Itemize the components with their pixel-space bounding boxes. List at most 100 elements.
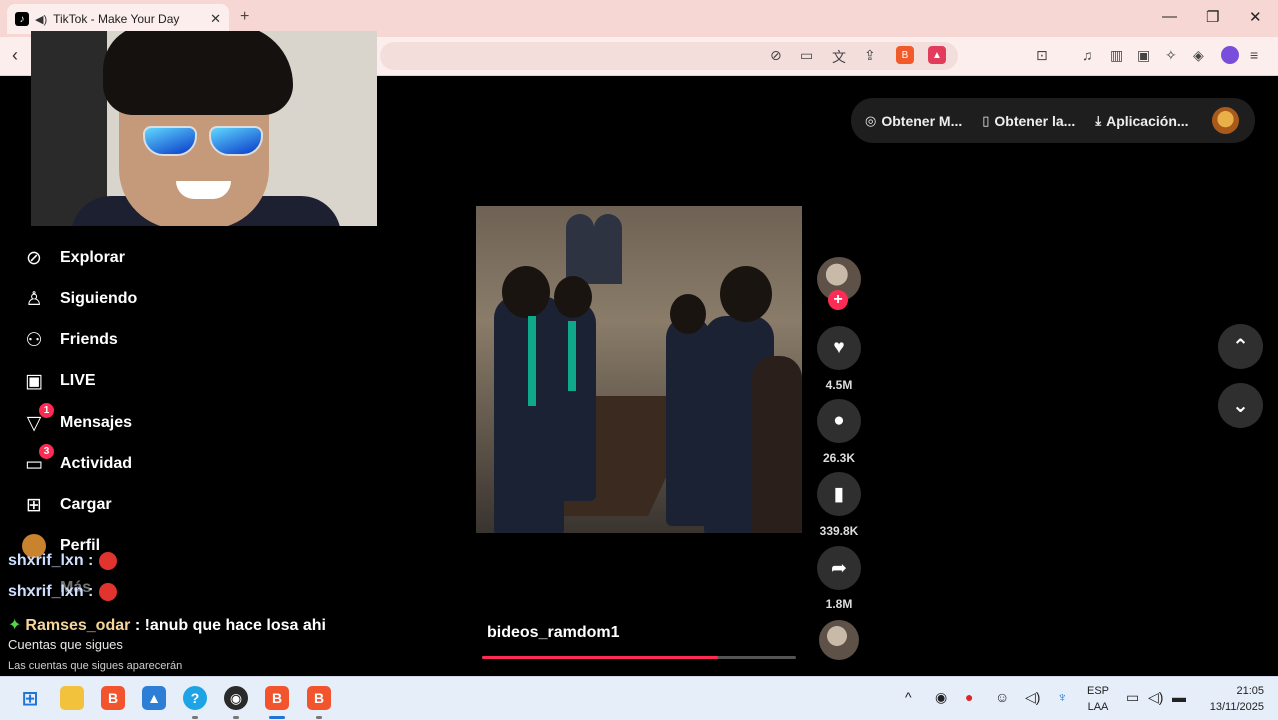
sidebar-icon[interactable]: ▥ xyxy=(1110,47,1123,64)
live-icon: ▣ xyxy=(25,370,43,392)
screenshot-icon[interactable]: ⊡ xyxy=(1036,47,1048,64)
file-explorer-icon[interactable] xyxy=(60,686,84,710)
bookmark-icon: ▮ xyxy=(833,483,845,505)
minimize-button[interactable]: — xyxy=(1162,8,1177,25)
brave-rewards-icon[interactable]: ▲ xyxy=(928,46,946,64)
nav-explorar[interactable]: ⊘ Explorar xyxy=(22,245,125,271)
chevron-up-icon: ⌃ xyxy=(1232,336,1249,358)
like-button[interactable]: ♥ xyxy=(817,326,861,370)
nav-cargar[interactable]: ⊞ Cargar xyxy=(22,492,112,518)
new-tab-button[interactable]: + xyxy=(240,8,249,26)
comment-count: 26.3K xyxy=(822,451,856,465)
download-icon: ⤓ xyxy=(1095,112,1102,128)
get-app-button[interactable]: ▯ Obtener la... xyxy=(982,113,1075,129)
tab-close-icon[interactable]: ✕ xyxy=(210,11,221,27)
clock-date[interactable]: 13/11/2025 xyxy=(1196,701,1264,713)
chat-text: : xyxy=(88,583,94,601)
taskbar-indicator xyxy=(233,716,239,719)
speaker-icon[interactable]: ◁) xyxy=(1148,689,1163,706)
profile-icon[interactable] xyxy=(1221,46,1239,64)
chat-user: shxrif_lxn xyxy=(8,583,84,601)
desktop-app-button[interactable]: ⤓ Aplicación... xyxy=(1095,113,1188,129)
save-button[interactable]: ▮ xyxy=(817,472,861,516)
screen: { "browser": { "tab_title": "TikTok - Ma… xyxy=(0,0,1278,720)
emote-icon xyxy=(99,552,118,570)
video-frame-window xyxy=(566,214,594,284)
upload-icon: ⊞ xyxy=(26,494,42,516)
back-button[interactable]: ‹ xyxy=(12,45,18,66)
video-progress-bar[interactable] xyxy=(482,656,796,659)
maximize-button[interactable]: ❐ xyxy=(1206,8,1219,26)
browser-tab[interactable]: ♪ ◀) TikTok - Make Your Day ✕ xyxy=(7,4,229,34)
volume-tray-icon[interactable]: ◁) xyxy=(1025,689,1040,706)
nav-label: Actividad xyxy=(60,455,133,472)
taskbar-indicator xyxy=(316,716,322,719)
webcam-overlay xyxy=(31,31,377,226)
close-window-button[interactable]: ✕ xyxy=(1249,8,1262,26)
leo-ai-icon[interactable]: ✧ xyxy=(1165,47,1177,64)
brave-shields-icon[interactable]: B xyxy=(896,46,914,64)
comment-button[interactable]: ● xyxy=(817,399,861,443)
vpn-icon[interactable]: ◈ xyxy=(1193,47,1204,64)
record-tray-icon[interactable]: ● xyxy=(965,689,973,705)
user-avatar[interactable] xyxy=(1212,107,1239,134)
webcam-frame-hair xyxy=(103,31,293,115)
brave-private-icon[interactable]: B xyxy=(307,686,331,710)
no-eye-icon[interactable]: ⊘ xyxy=(770,47,782,64)
nav-mensajes[interactable]: ▽ 1 Mensajes xyxy=(22,403,133,436)
activity-icon: ▭ 3 xyxy=(22,444,54,476)
next-video-button[interactable]: ⌄ xyxy=(1218,383,1263,428)
nav-label: LIVE xyxy=(60,372,96,389)
nav-label: Explorar xyxy=(60,249,125,266)
share-arrow-icon: ➦ xyxy=(831,557,847,579)
button-label: Obtener la... xyxy=(994,112,1076,129)
help-icon[interactable]: ? xyxy=(183,686,207,710)
obs-tray-icon[interactable]: ◉ xyxy=(935,689,947,706)
keyboard-layout[interactable]: LAA xyxy=(1084,701,1112,713)
save-count: 339.8K xyxy=(819,524,859,538)
button-label: Aplicación... xyxy=(1106,112,1189,129)
network-icon[interactable]: ▭ xyxy=(1126,689,1139,706)
chat-message: shxrif_lxn : xyxy=(8,583,118,601)
microphone-icon[interactable]: ♆ xyxy=(1057,689,1068,705)
chat-message: ✦ Ramses_odar : !anub que hace losa ahi xyxy=(8,615,326,635)
following-hint: Las cuentas que sigues aparecerán xyxy=(8,660,183,672)
music-icon[interactable]: ♫ xyxy=(1082,47,1093,63)
speaker-icon[interactable]: ◀) xyxy=(35,13,47,26)
wallet-icon[interactable]: ▣ xyxy=(1137,47,1150,64)
emote-icon xyxy=(99,583,118,601)
nav-friends[interactable]: ⚇ Friends xyxy=(22,327,117,353)
messages-icon: ▽ 1 xyxy=(22,403,54,435)
music-disc[interactable] xyxy=(819,620,859,660)
menu-icon[interactable]: ≡ xyxy=(1250,47,1258,63)
follow-button[interactable]: + xyxy=(828,290,848,310)
discord-tray-icon[interactable]: ☺ xyxy=(995,689,1009,705)
nav-actividad[interactable]: ▭ 3 Actividad xyxy=(22,444,133,477)
brave-active-icon[interactable]: B xyxy=(265,686,289,710)
share-button[interactable]: ➦ xyxy=(817,546,861,590)
video-figure-stripe xyxy=(568,321,576,391)
nav-label: Cargar xyxy=(60,496,112,513)
nav-live[interactable]: ▣ LIVE xyxy=(22,368,96,394)
previous-video-button[interactable]: ⌃ xyxy=(1218,324,1263,369)
share-icon[interactable]: ⇪ xyxy=(864,47,876,64)
translate-icon[interactable]: 文 xyxy=(832,47,846,67)
video-player[interactable] xyxy=(476,206,802,533)
get-coins-button[interactable]: ◎ Obtener M... xyxy=(865,113,962,129)
battery-icon[interactable]: ▬ xyxy=(1172,689,1186,705)
nav-label: Mensajes xyxy=(60,414,133,431)
video-frame-window xyxy=(594,214,622,284)
phone-icon: ▯ xyxy=(982,112,990,128)
video-figure-head xyxy=(720,266,772,322)
brave-icon[interactable]: B xyxy=(101,686,125,710)
obs-icon[interactable]: ◉ xyxy=(224,686,248,710)
video-progress-fill xyxy=(482,656,718,659)
video-author[interactable]: bideos_ramdom1 xyxy=(487,624,619,642)
photos-icon[interactable]: ▲ xyxy=(142,686,166,710)
windows-start-icon[interactable]: ⊞ xyxy=(18,686,42,710)
nav-siguiendo[interactable]: ♙ Siguiendo xyxy=(22,286,137,312)
tray-overflow-icon[interactable]: ^ xyxy=(905,689,912,705)
clock-time[interactable]: 21:05 xyxy=(1200,685,1264,697)
cast-icon[interactable]: ▭ xyxy=(800,47,813,64)
language-indicator[interactable]: ESP xyxy=(1084,685,1112,697)
